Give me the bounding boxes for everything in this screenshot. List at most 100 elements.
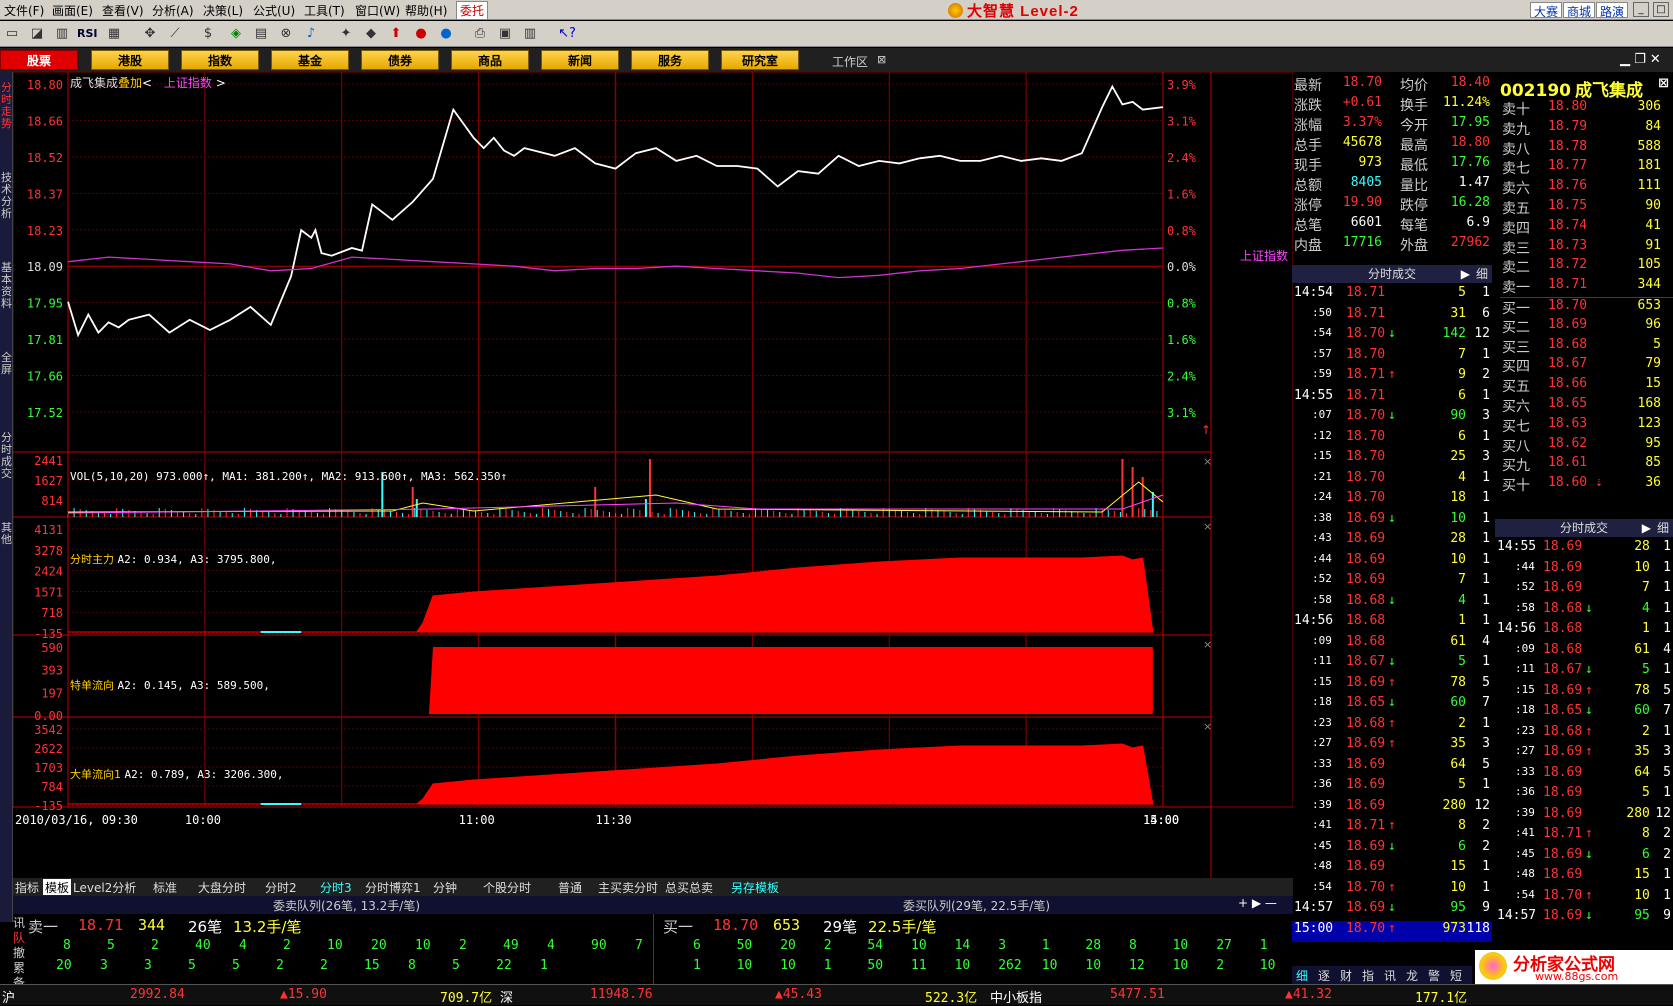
kline-icon[interactable]: ▥	[52, 24, 72, 44]
zx-label[interactable]: 中小板指	[990, 987, 1042, 1006]
indicator-tab[interactable]: 指标	[15, 879, 39, 895]
vtab-fundamental[interactable]: 基本资料	[0, 262, 13, 310]
workarea-label[interactable]: 工作区	[832, 53, 868, 70]
menu-formula[interactable]: 公式(U)	[253, 2, 295, 19]
panel-mode-tab[interactable]: 指	[1362, 967, 1374, 984]
mall-button[interactable]: 商城	[1563, 2, 1596, 19]
ask-row[interactable]: 卖八 18.78 588	[1500, 139, 1673, 160]
grid-icon[interactable]: ▤	[251, 24, 271, 44]
roadshow-button[interactable]: 路演	[1596, 2, 1629, 19]
tab-service[interactable]: 服务	[631, 50, 709, 70]
ask-row[interactable]: 卖二 18.72 105	[1500, 257, 1673, 278]
ask-row[interactable]: 卖四 18.74 41	[1500, 218, 1673, 239]
panel-mode-tab[interactable]: 财	[1340, 967, 1352, 984]
diamond-icon[interactable]: ◆	[361, 24, 381, 44]
table-icon[interactable]: ▦	[104, 24, 124, 44]
indicator-tab[interactable]: 大盘分时	[198, 879, 246, 895]
move-icon[interactable]: ✥	[140, 24, 160, 44]
indicator-tab[interactable]: 分时3	[320, 879, 352, 895]
menu-file[interactable]: 文件(F)	[4, 2, 44, 19]
vtab-intraday[interactable]: 分时走势	[0, 82, 13, 130]
indicator-tab[interactable]: 分钟	[433, 879, 457, 895]
vtab-fullscreen[interactable]: 全屏	[0, 352, 13, 376]
tab-research[interactable]: 研究室	[721, 50, 799, 70]
bid-row[interactable]: 买九 18.61 85	[1500, 455, 1673, 476]
bid-row[interactable]: 买四 18.67 79	[1500, 356, 1673, 377]
bid-row[interactable]: 买五 18.66 15	[1500, 376, 1673, 397]
bid-row[interactable]: 买一 18.70 653	[1500, 297, 1673, 318]
tab-stocks[interactable]: 股票	[0, 50, 78, 70]
queue-add-icon[interactable]: + ▶ —	[1238, 896, 1277, 910]
sz-label[interactable]: 深	[500, 987, 513, 1006]
window-icon[interactable]: ▣	[495, 24, 515, 44]
pin-icon[interactable]: ✦	[336, 24, 356, 44]
vtab-trades[interactable]: 分时成交	[0, 432, 13, 480]
flag-icon[interactable]: ◈	[226, 24, 246, 44]
bid-row[interactable]: 买二 18.69 96	[1500, 317, 1673, 338]
indicator-tab[interactable]: 模板	[43, 879, 72, 895]
indicator-tab[interactable]: 总买总卖	[665, 879, 713, 895]
help-cursor-icon[interactable]: ↖?	[557, 24, 577, 44]
menu-window[interactable]: 窗口(W)	[355, 2, 400, 19]
open-folder-icon[interactable]: ▭	[2, 24, 22, 44]
chart-icon[interactable]: ◪	[27, 24, 47, 44]
globe-red-icon[interactable]: ●	[411, 24, 431, 44]
tab-commodity[interactable]: 商品	[451, 50, 529, 70]
rsi-icon[interactable]: RSI	[77, 24, 98, 44]
ask-row[interactable]: 卖三 18.73 91	[1500, 238, 1673, 259]
panel-mode-tab[interactable]: 细	[1296, 967, 1308, 984]
indicator-tab[interactable]: 个股分时	[483, 879, 531, 895]
indicator-tab[interactable]: 分时2	[265, 879, 297, 895]
vtab-other[interactable]: 其他	[0, 522, 13, 546]
contest-button[interactable]: 大赛	[1530, 2, 1563, 19]
stock-close-icon[interactable]: ⊠	[1658, 76, 1669, 91]
globe-blue-icon[interactable]: ●	[436, 24, 456, 44]
indicator-tab[interactable]: 标准	[153, 879, 177, 895]
trades-detail-button[interactable]: 细	[1476, 265, 1488, 283]
panel-window-controls-icon[interactable]: ▁ ❐ ✕	[1620, 52, 1661, 67]
menu-help[interactable]: 帮助(H)	[405, 2, 447, 19]
sh-label[interactable]: 沪	[2, 987, 15, 1006]
menu-order[interactable]: 委托	[456, 1, 489, 20]
minimize-icon[interactable]: _	[1633, 2, 1649, 17]
bell-icon[interactable]: ♪	[301, 24, 321, 44]
ask-row[interactable]: 卖十 18.80 306	[1500, 99, 1673, 120]
menu-tools[interactable]: 工具(T)	[304, 2, 345, 19]
menu-screen[interactable]: 画面(E)	[52, 2, 93, 19]
books-icon[interactable]: ▥	[520, 24, 540, 44]
ruler-icon[interactable]: ⟋	[165, 24, 185, 44]
dollar-icon[interactable]: $	[198, 24, 218, 44]
panel-mode-tab[interactable]: 短	[1450, 967, 1462, 984]
tab-fund[interactable]: 基金	[271, 50, 349, 70]
menu-view[interactable]: 查看(V)	[102, 2, 144, 19]
ask-row[interactable]: 卖九 18.79 84	[1500, 119, 1673, 140]
indicator-tab[interactable]: 分时博弈1	[365, 879, 421, 895]
bid-row[interactable]: 买三 18.68 5	[1500, 337, 1673, 358]
print-icon[interactable]: ⎙	[470, 24, 490, 44]
overlay-label[interactable]: 叠加	[118, 76, 142, 90]
menu-decision[interactable]: 决策(L)	[203, 2, 243, 19]
indicator-tab[interactable]: 另存模板	[731, 879, 779, 895]
workarea-close-icon[interactable]: ⊠	[877, 53, 886, 66]
up-arrow-icon[interactable]: ⬆	[386, 24, 406, 44]
panel-mode-tab[interactable]: 龙	[1406, 967, 1418, 984]
ask-row[interactable]: 卖六 18.76 111	[1500, 178, 1673, 199]
panel-mode-tab[interactable]: 逐	[1318, 967, 1330, 984]
ask-row[interactable]: 卖一 18.71 344	[1500, 277, 1673, 298]
bid-row[interactable]: 买八 18.62 95	[1500, 436, 1673, 457]
tab-bond[interactable]: 债券	[361, 50, 439, 70]
bid-row[interactable]: 买七 18.63 123	[1500, 416, 1673, 437]
menu-analysis[interactable]: 分析(A)	[152, 2, 194, 19]
trades-detail-button-2[interactable]: 细	[1657, 519, 1669, 537]
tab-index[interactable]: 指数	[181, 50, 259, 70]
indicator-tab[interactable]: 普通	[558, 879, 582, 895]
maximize-icon[interactable]: □	[1653, 2, 1669, 17]
panel-mode-tab[interactable]: 讯	[1384, 967, 1396, 984]
ask-row[interactable]: 卖五 18.75 90	[1500, 198, 1673, 219]
bid-row[interactable]: 买十 18.60 ⇣ 36	[1500, 475, 1673, 496]
tab-hk[interactable]: 港股	[91, 50, 169, 70]
overlay-index-label[interactable]: 上证指数	[164, 76, 212, 90]
vtab-technical[interactable]: 技术分析	[0, 172, 13, 220]
bid-row[interactable]: 买六 18.65 168	[1500, 396, 1673, 417]
panel-mode-tab[interactable]: 警	[1428, 967, 1440, 984]
